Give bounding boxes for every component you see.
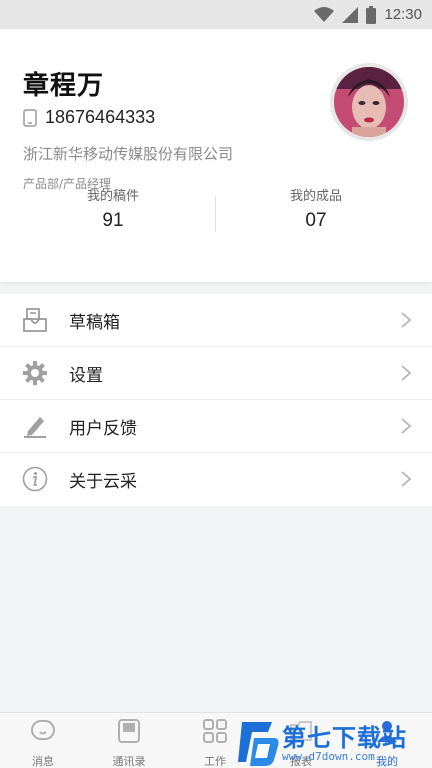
avatar-portrait <box>334 67 404 137</box>
status-icons: 12:30 <box>314 0 422 29</box>
menu-item-drafts[interactable]: 草稿箱 <box>0 294 432 347</box>
watermark-url: www.d7down.com <box>282 750 375 763</box>
stat-label: 我的成品 <box>289 189 342 204</box>
menu-item-about[interactable]: 关于云采 <box>0 453 432 506</box>
tab-label: 消息 <box>32 755 54 768</box>
menu-label: 关于云采 <box>69 472 137 492</box>
grid-icon <box>203 719 227 743</box>
stats-row: 我的稿件 91 我的成品 07 <box>0 185 432 235</box>
wifi-icon <box>314 6 335 22</box>
stat-value: 91 <box>102 210 124 231</box>
gear-icon <box>23 361 47 385</box>
chevron-right-icon <box>401 312 412 328</box>
stats-divider <box>215 196 216 232</box>
chevron-right-icon <box>401 365 412 381</box>
tab-contacts[interactable]: 通讯录 <box>86 713 172 768</box>
menu-item-settings[interactable]: 设置 <box>0 347 432 400</box>
tab-messages[interactable]: 消息 <box>0 713 86 768</box>
menu-label: 用户反馈 <box>69 418 137 439</box>
menu-item-feedback[interactable]: 用户反馈 <box>0 400 432 453</box>
menu-label: 设置 <box>69 365 103 386</box>
phone-number: 18676464333 <box>45 107 156 127</box>
phone-row: 18676464333 <box>23 107 155 128</box>
signal-icon <box>342 6 359 23</box>
chevron-right-icon <box>401 418 412 434</box>
message-icon <box>31 720 55 740</box>
profile-card: 章程万 18676464333 浙江新华移动传媒股份有限公司 产品部/产品经理 <box>0 29 432 282</box>
tab-label: 通讯录 <box>112 755 146 768</box>
site-watermark: 第七下载站 www.d7down.com <box>238 716 432 768</box>
avatar[interactable] <box>330 63 408 141</box>
menu-label: 草稿箱 <box>69 312 120 333</box>
stat-label: 我的稿件 <box>86 189 139 204</box>
stat-my-manuscripts[interactable]: 我的稿件 91 <box>5 185 221 232</box>
status-bar: 12:30 <box>0 0 432 29</box>
phone-icon <box>23 108 37 127</box>
chevron-right-icon <box>401 471 412 487</box>
user-name: 章程万 <box>23 71 105 101</box>
info-icon <box>22 466 48 492</box>
battery-icon <box>366 5 377 24</box>
stat-my-products[interactable]: 我的成品 07 <box>208 185 424 232</box>
status-time: 12:30 <box>384 6 422 23</box>
drafts-icon <box>23 308 47 332</box>
feedback-pen-icon <box>24 417 46 438</box>
stat-value: 07 <box>305 210 327 231</box>
watermark-logo-icon <box>238 722 279 766</box>
contacts-icon <box>118 719 140 743</box>
company-name: 浙江新华移动传媒股份有限公司 <box>23 145 234 163</box>
watermark-title: 第七下载站 <box>282 724 407 752</box>
menu-list: 草稿箱 设置 用户反馈 关于云采 <box>0 294 432 506</box>
